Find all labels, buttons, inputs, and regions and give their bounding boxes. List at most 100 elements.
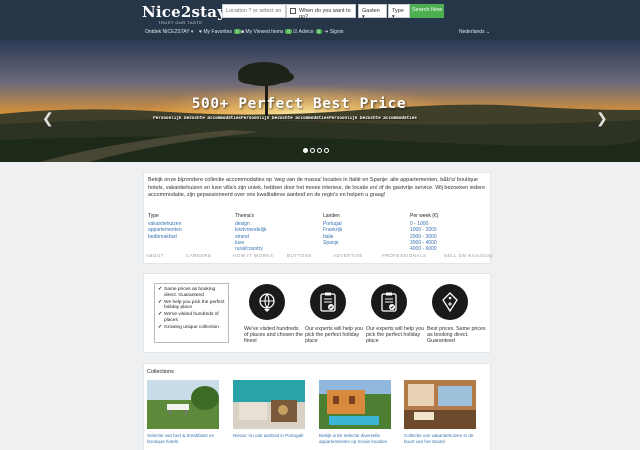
clipboard-check-icon xyxy=(310,284,346,320)
price-tag-icon xyxy=(432,284,468,320)
usp-item: Our experts will help you pick the perfe… xyxy=(305,284,365,344)
hero-carousel: 500+ Perfect Best Price Persoonlijk bezo… xyxy=(0,40,640,162)
usp-caption: We've visited hundreds of places and cho… xyxy=(244,326,303,344)
price-link[interactable]: 1000 - 2000 xyxy=(410,227,438,233)
country-link[interactable]: Frankrijk xyxy=(323,227,342,233)
checklist-text: We've visited hundreds of places xyxy=(164,312,219,323)
filter-column-type: Type vakantiehuizen appartementen bedbre… xyxy=(148,213,182,240)
collection-image[interactable] xyxy=(147,380,219,429)
checklist-text: Growing unique collection xyxy=(164,324,219,330)
carousel-dot[interactable] xyxy=(303,148,308,153)
favorites-count-badge: 0 xyxy=(233,29,241,34)
type-link[interactable]: bedbreakfast xyxy=(148,234,182,240)
nav-viewed[interactable]: ■ My Viewed Items 0 xyxy=(241,29,292,35)
globe-icon xyxy=(249,284,285,320)
intro-text: Bekijk onze bijzondere collectie accommo… xyxy=(148,177,486,198)
nav-favorites[interactable]: ♥ My Favorites 0 xyxy=(199,29,241,35)
filter-column-themes: Thema's design kindvriendelijk strand lu… xyxy=(235,213,266,252)
footer-link-sell[interactable]: SELL ON Nice2Stay xyxy=(444,253,493,258)
type-select[interactable]: Type ▾ xyxy=(388,4,410,20)
checklist-item: ✓ We've visited hundreds of places xyxy=(158,311,225,324)
collection-image[interactable] xyxy=(404,380,476,429)
date-picker-field[interactable]: When do you want to go? xyxy=(286,4,356,20)
collection-image[interactable] xyxy=(233,380,305,429)
nav-advice[interactable]: ☑ Advice 0 xyxy=(293,29,323,35)
nav-viewed-label: My Viewed Items xyxy=(245,29,284,35)
filter-column-countries: Landen Portugal Frankrijk Italie Spanje xyxy=(323,213,342,246)
price-link[interactable]: 2000 - 3000 xyxy=(410,234,438,240)
nav-signin[interactable]: ⇥ Signin xyxy=(324,29,344,35)
logo-text[interactable]: Nice2stay xyxy=(142,3,226,21)
carousel-dot[interactable] xyxy=(310,148,315,153)
clipboard-check-icon xyxy=(371,284,407,320)
column-heading: Per week (€) xyxy=(410,213,439,219)
checklist-item: ✓ We help you pick the perfect holiday pl… xyxy=(158,298,225,312)
signin-icon: ⇥ xyxy=(324,29,329,35)
footer-link-professionals[interactable]: PROFESSIONALS xyxy=(382,253,427,258)
language-label: Nederlands xyxy=(459,29,485,35)
checklist-item: ✓ Same prices as booking direct. Guarante… xyxy=(158,286,225,299)
price-link[interactable]: 4000 - 6000 xyxy=(410,246,438,252)
nav-about[interactable]: Ontdek NICE2STAY ▾ xyxy=(145,29,193,35)
footer-link-buttons[interactable]: BUTTONS xyxy=(287,253,312,258)
column-heading: Landen xyxy=(323,213,340,219)
checklist-item: ✓ Growing unique collection xyxy=(158,323,225,331)
collection-item[interactable]: Selectie van bed & breakfasts en boutiqu… xyxy=(147,380,219,444)
collection-caption[interactable]: Selectie van bed & breakfasts en boutiqu… xyxy=(147,433,219,444)
location-search-input[interactable] xyxy=(222,4,286,18)
calendar-icon xyxy=(290,8,296,14)
intro-card: Bekijk onze bijzondere collectie accommo… xyxy=(143,172,493,264)
type-link[interactable]: appartementen xyxy=(148,227,182,233)
language-select[interactable]: Nederlands ⌄ xyxy=(459,29,490,35)
nav-signin-label: Signin xyxy=(329,29,344,35)
chevron-down-icon: ▾ xyxy=(392,14,395,20)
search-now-button[interactable]: Search Now xyxy=(410,4,444,18)
checklist-text: Same prices as booking direct. Guarantee… xyxy=(164,287,216,298)
secondary-nav: Ontdek NICE2STAY ▾ ♥ My Favorites 0 ■ My … xyxy=(0,26,640,38)
usp-caption: Our experts will help you pick the perfe… xyxy=(305,326,363,344)
heart-icon: ♥ xyxy=(199,29,202,35)
chevron-down-icon: ▾ xyxy=(362,14,365,20)
check-icon: ✓ xyxy=(158,298,163,305)
collection-caption[interactable]: Bekijk onze selectie diverselle appartem… xyxy=(319,433,391,444)
collection-item[interactable]: Nieuw: Vu ook aanbod in Portugal! xyxy=(233,380,305,439)
chevron-left-icon[interactable]: ❮ xyxy=(42,110,54,127)
check-icon: ☑ xyxy=(293,29,298,35)
footer-link-advertise[interactable]: ADVERTISE xyxy=(333,253,363,258)
site-logo[interactable]: Nice2stay TRUST OUR TASTE xyxy=(142,3,226,25)
collection-item[interactable]: Collectie van vakantiehuizen in de buurt… xyxy=(404,380,476,444)
collections-title: Collections xyxy=(147,369,174,375)
filter-column-price: Per week (€) 0 - 1000 1000 - 2000 2000 -… xyxy=(410,213,438,252)
collection-caption[interactable]: Collectie van vakantiehuizen in de buurt… xyxy=(404,433,476,444)
nav-advice-label: Advice xyxy=(298,29,314,35)
collection-image[interactable] xyxy=(319,380,391,429)
usp-card: ✓ Same prices as booking direct. Guarante… xyxy=(143,273,491,353)
hero-subtitle: Persoonlijk bezochte accommodatiesPersoo… xyxy=(153,116,417,121)
usp-checklist: ✓ Same prices as booking direct. Guarante… xyxy=(154,283,229,343)
carousel-dot[interactable] xyxy=(324,148,329,153)
theme-link[interactable]: rural/country xyxy=(235,246,266,252)
carousel-dot[interactable] xyxy=(317,148,322,153)
chevron-right-icon[interactable]: ❯ xyxy=(596,110,608,127)
usp-caption: Our experts will help you pick the perfe… xyxy=(366,326,424,344)
column-heading: Type xyxy=(148,213,159,219)
theme-link[interactable]: kindvriendelijk xyxy=(235,227,266,233)
footer-link-careers[interactable]: CAREERS xyxy=(186,253,211,258)
nav-about-label: Ontdek NICE2STAY xyxy=(145,29,190,35)
collection-item[interactable]: Bekijk onze selectie diverselle appartem… xyxy=(319,380,391,444)
chevron-down-icon: ⌄ xyxy=(485,29,491,35)
check-icon: ✓ xyxy=(158,323,163,330)
column-heading: Thema's xyxy=(235,213,255,219)
usp-item: Best prices. Same prices as booking dire… xyxy=(427,284,487,344)
camera-icon: ■ xyxy=(241,29,245,35)
hero-title: 500+ Perfect Best Price xyxy=(191,96,407,112)
footer-link-how-it-works[interactable]: HOW IT WORKS xyxy=(233,253,273,258)
date-placeholder: When do you want to go? xyxy=(299,8,351,20)
footer-link-about[interactable]: ABOUT xyxy=(146,253,164,258)
viewed-count-badge: 0 xyxy=(285,29,292,34)
advice-count-badge: 0 xyxy=(315,29,323,34)
usp-item: Our experts will help you pick the perfe… xyxy=(366,284,426,344)
collection-caption[interactable]: Nieuw: Vu ook aanbod in Portugal! xyxy=(233,433,305,439)
country-link[interactable]: Spanje xyxy=(323,240,342,246)
guests-select[interactable]: Gasten ▾ xyxy=(358,4,387,20)
